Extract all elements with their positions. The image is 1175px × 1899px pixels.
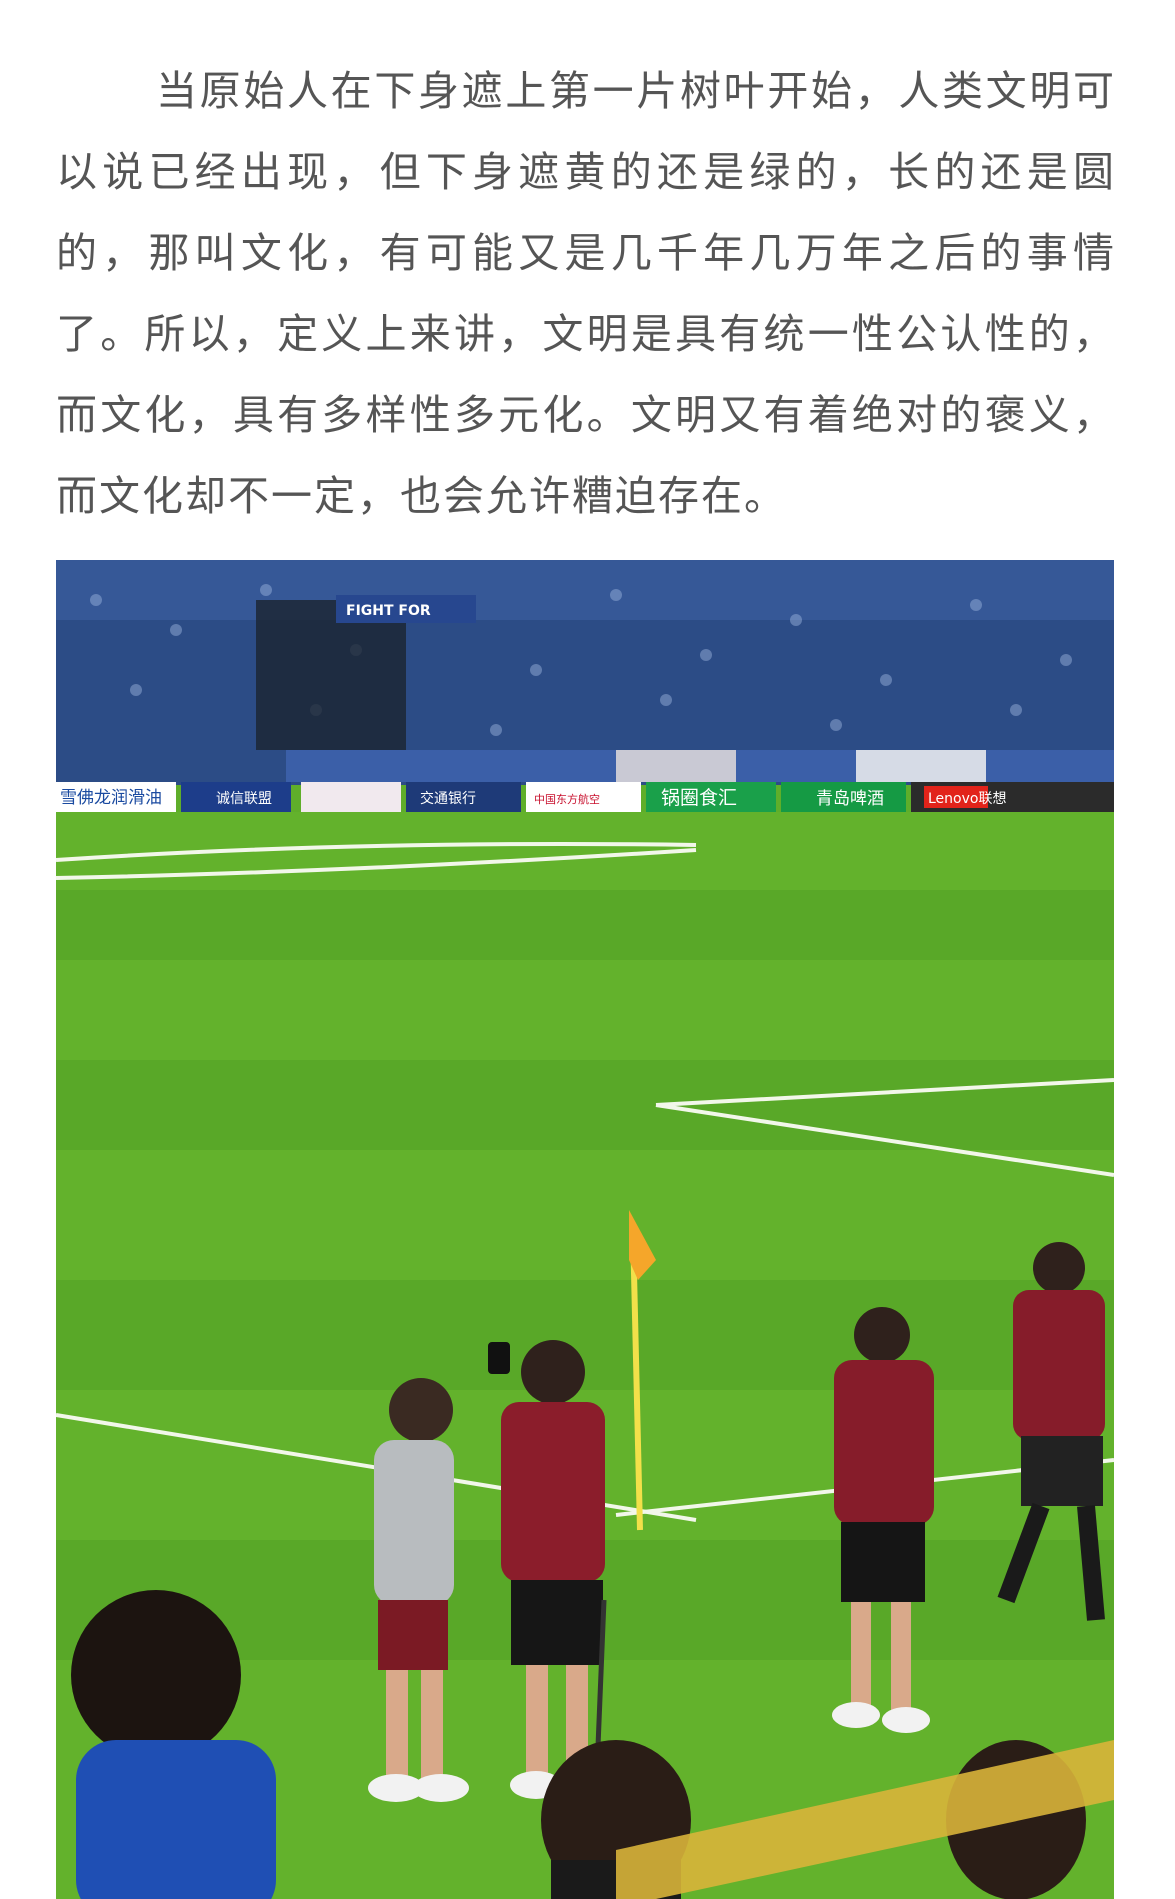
ad-board-chevron-text: 雪佛龙润滑油 — [60, 788, 162, 808]
article: 当原始人在下身遮上第一片树叶开始，人类文明可以说已经出现，但下身遮黄的还是绿的，… — [0, 0, 1175, 1899]
stadium-photo: FIGHT FOR 雪佛龙润滑油 诚信联盟 交通银行 中国东方航空 锅圈食汇 青… — [56, 560, 1114, 1899]
phone-icon — [488, 1342, 510, 1374]
ad-board-lenovo-text: Lenovo联想 — [928, 791, 1006, 807]
ad-board-blank — [301, 782, 401, 812]
ad-board-china-eastern-text: 中国东方航空 — [534, 792, 600, 806]
banner-text: FIGHT FOR — [346, 603, 431, 619]
ad-board-guoquan-text: 锅圈食汇 — [661, 787, 737, 809]
ad-board-bocom-text: 交通银行 — [420, 790, 476, 807]
ad-boards: 雪佛龙润滑油 诚信联盟 交通银行 中国东方航空 锅圈食汇 青岛啤酒 Lenovo… — [56, 782, 1114, 812]
ad-board-tsingtao-text: 青岛啤酒 — [816, 789, 884, 809]
stadium-photo-svg: FIGHT FOR 雪佛龙润滑油 诚信联盟 交通银行 中国东方航空 锅圈食汇 青… — [56, 560, 1114, 1899]
article-paragraph: 当原始人在下身遮上第一片树叶开始，人类文明可以说已经出现，但下身遮黄的还是绿的，… — [56, 67, 1116, 520]
ad-board-alliance-text: 诚信联盟 — [216, 791, 272, 807]
